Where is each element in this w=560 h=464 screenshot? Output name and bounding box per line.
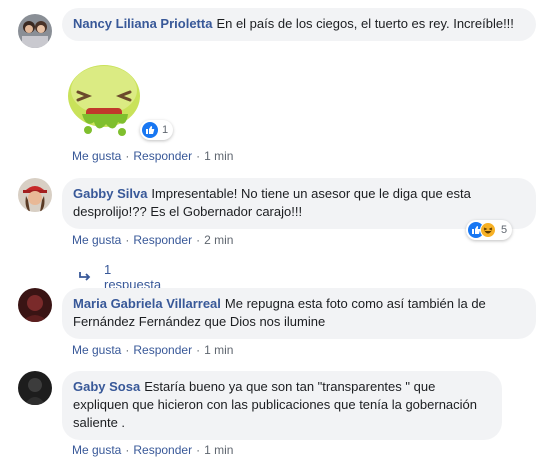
- timestamp[interactable]: 1 min: [204, 343, 233, 357]
- like-button[interactable]: Me gusta: [72, 149, 121, 163]
- comment-actions: Me gusta · Responder · 1 min: [72, 149, 234, 163]
- comment-bubble: Gabby Silva Impresentable! No tiene un as…: [62, 178, 536, 229]
- reaction-count[interactable]: 5: [466, 220, 513, 240]
- comment-actions: Me gusta · Responder · 2 min: [72, 233, 234, 247]
- avatar[interactable]: [18, 14, 52, 48]
- comment-bubble: Nancy Liliana Prioletta En el país de los…: [62, 8, 536, 41]
- comment-actions: Me gusta · Responder · 1 min: [72, 443, 234, 457]
- like-button[interactable]: Me gusta: [72, 233, 121, 247]
- reply-button[interactable]: Responder: [133, 149, 192, 163]
- reply-arrow-icon: [78, 271, 92, 283]
- avatar[interactable]: [18, 371, 52, 405]
- comment-author[interactable]: Gaby Sosa: [73, 379, 140, 394]
- comment-bubble: Maria Gabriela Villarreal Me repugna esta…: [62, 288, 536, 339]
- reaction-count-label: 1: [162, 124, 169, 136]
- comment-bubble: Gaby Sosa Estaría bueno ya que son tan "t…: [62, 371, 502, 440]
- like-reaction-icon: [142, 122, 158, 138]
- like-button[interactable]: Me gusta: [72, 343, 121, 357]
- reply-button[interactable]: Responder: [133, 233, 192, 247]
- reply-button[interactable]: Responder: [133, 443, 192, 457]
- comment-author[interactable]: Maria Gabriela Villarreal: [73, 296, 221, 311]
- timestamp[interactable]: 2 min: [204, 233, 233, 247]
- reply-button[interactable]: Responder: [133, 343, 192, 357]
- timestamp[interactable]: 1 min: [204, 443, 233, 457]
- comment-author[interactable]: Nancy Liliana Prioletta: [73, 16, 212, 31]
- comment-text: En el país de los ciegos, el tuerto es r…: [216, 16, 514, 31]
- reaction-count[interactable]: 1: [140, 120, 174, 140]
- sick-face-sticker: [64, 62, 146, 142]
- avatar[interactable]: [18, 288, 52, 322]
- haha-reaction-icon: [480, 222, 496, 238]
- like-button[interactable]: Me gusta: [72, 443, 121, 457]
- comment-author[interactable]: Gabby Silva: [73, 186, 147, 201]
- avatar[interactable]: [18, 178, 52, 212]
- reaction-count-label: 5: [501, 224, 508, 236]
- timestamp[interactable]: 1 min: [204, 149, 233, 163]
- comment-actions: Me gusta · Responder · 1 min: [72, 343, 234, 357]
